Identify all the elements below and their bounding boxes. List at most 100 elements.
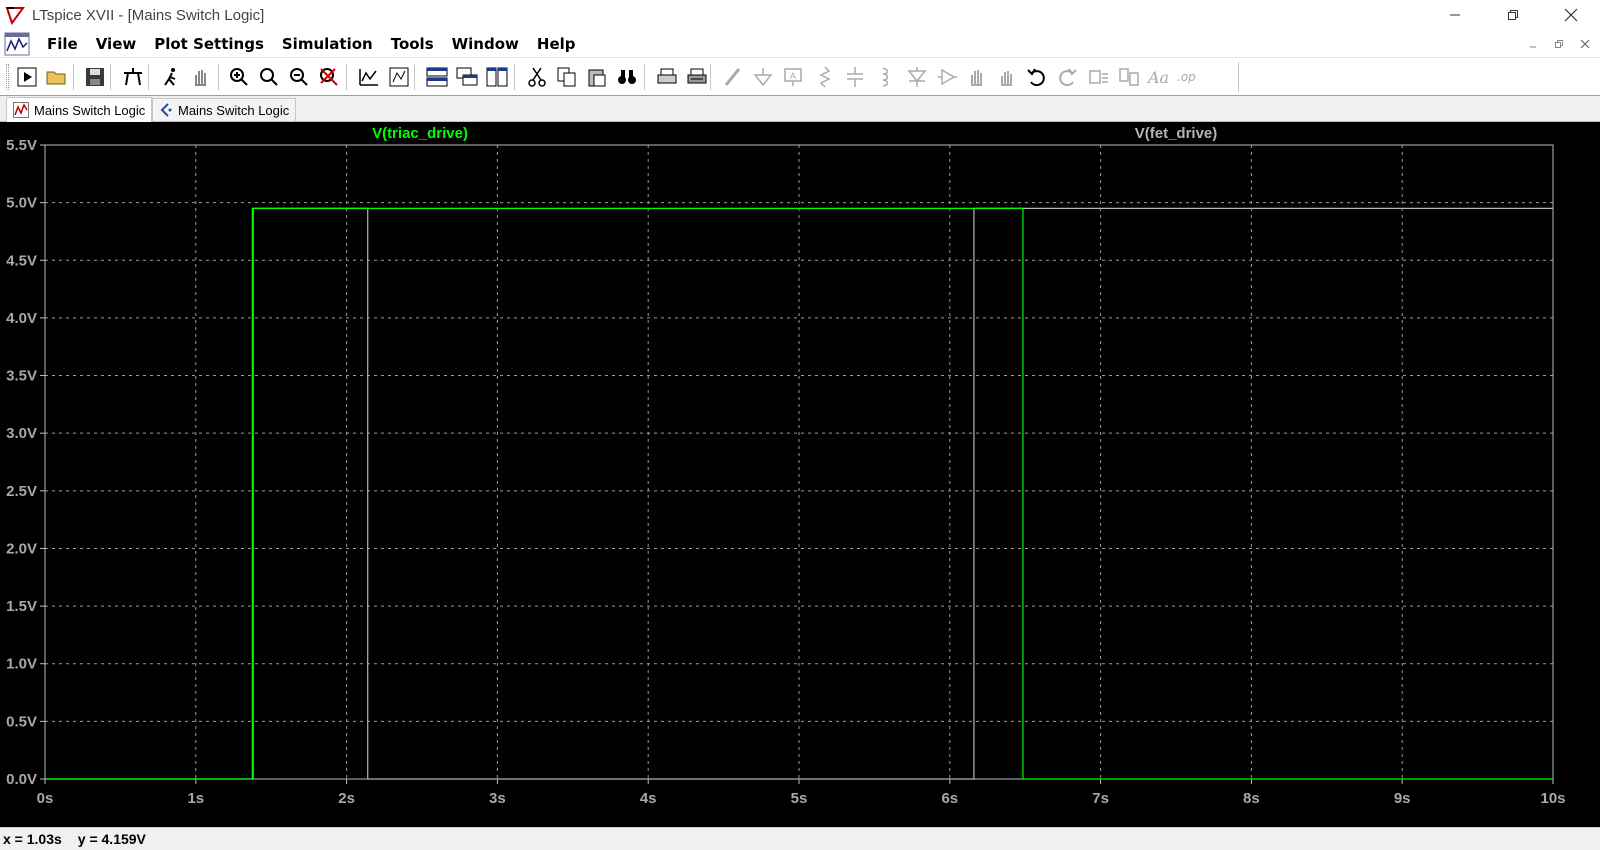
- autorange-button[interactable]: [356, 64, 382, 90]
- mdi-minimize-button[interactable]: [1522, 34, 1544, 54]
- waveform-chart[interactable]: 0s 1s 2s 3s 4s 5s 6s 7s 8s 9s 10s 0.0V 0.5V 1.0V 1.5V 2…: [0, 122, 1600, 827]
- x-tick-label: 7s: [1092, 790, 1109, 807]
- title-bar: LTspice XVII - [Mains Switch Logic]: [0, 0, 1600, 30]
- close-button[interactable]: [1542, 0, 1600, 30]
- save-button[interactable]: [82, 64, 108, 90]
- print-icon: [657, 68, 677, 84]
- waveform-plot[interactable]: 0s 1s 2s 3s 4s 5s 6s 7s 8s 9s 10s 0.0V 0.5V 1.0V 1.5V 2…: [0, 122, 1600, 827]
- y-tick-label: 4.5V: [6, 252, 37, 269]
- undo-button[interactable]: [1024, 64, 1050, 90]
- y-tick-label: 1.5V: [6, 598, 37, 615]
- menu-view[interactable]: View: [87, 35, 146, 53]
- menu-bar: File View Plot Settings Simulation Tools…: [0, 30, 1600, 58]
- mirror-icon: [1119, 68, 1139, 86]
- diode-button[interactable]: [904, 64, 930, 90]
- trace-label[interactable]: V(triac_drive): [372, 125, 468, 142]
- y-tick-label: 2.5V: [6, 483, 37, 500]
- tab-waveform[interactable]: Mains Switch Logic: [6, 97, 153, 122]
- pan-hand-icon: [195, 70, 206, 86]
- label-net-icon: A: [784, 68, 802, 86]
- control-panel-button[interactable]: [120, 64, 146, 90]
- waveform-tab-icon: [13, 102, 29, 118]
- capacitor-button[interactable]: [842, 64, 868, 90]
- ground-button[interactable]: [750, 64, 776, 90]
- pan-hand-button[interactable]: [188, 64, 214, 90]
- redo-button[interactable]: [1054, 64, 1080, 90]
- x-tick-label: 5s: [791, 790, 808, 807]
- inductor-button[interactable]: [872, 64, 898, 90]
- svg-text:.op: .op: [1177, 70, 1196, 84]
- spice-directive-button[interactable]: .op: [1176, 64, 1202, 90]
- resistor-icon: [819, 66, 831, 88]
- menu-plot-settings[interactable]: Plot Settings: [145, 35, 273, 53]
- print-setup-icon: [687, 68, 707, 84]
- y-tick-label: 3.5V: [6, 368, 37, 385]
- restore-button[interactable]: [1484, 0, 1542, 30]
- label-net-button[interactable]: A: [780, 64, 806, 90]
- cursor-x-readout: x = 1.03s: [3, 831, 62, 847]
- rotate-button[interactable]: [1086, 64, 1112, 90]
- restore-icon: [1508, 10, 1518, 20]
- drag-button[interactable]: [994, 64, 1020, 90]
- y-tick-label: 2.0V: [6, 540, 37, 557]
- toolbar-separator: [414, 64, 415, 90]
- document-tab-bar: Mains Switch Logic Mains Switch Logic: [0, 96, 1600, 122]
- component-button[interactable]: [934, 64, 960, 90]
- y-tick-label: 0.0V: [6, 771, 37, 788]
- find-button[interactable]: [614, 64, 640, 90]
- run-sim-button[interactable]: [158, 64, 184, 90]
- menu-tools[interactable]: Tools: [382, 35, 443, 53]
- y-tick-label: 4.0V: [6, 310, 37, 327]
- cut-button[interactable]: [524, 64, 550, 90]
- x-tick-label: 2s: [338, 790, 355, 807]
- menu-window[interactable]: Window: [443, 35, 528, 53]
- mdi-restore-icon: [1555, 40, 1563, 48]
- menu-file[interactable]: File: [38, 35, 87, 53]
- zoom-area-button[interactable]: [256, 64, 282, 90]
- pick-visible-button[interactable]: [386, 64, 412, 90]
- print-button[interactable]: [654, 64, 680, 90]
- capacitor-icon: [847, 67, 863, 87]
- window-title: LTspice XVII - [Mains Switch Logic]: [32, 6, 265, 24]
- svg-text:A: A: [790, 71, 796, 81]
- menu-simulation[interactable]: Simulation: [273, 35, 382, 53]
- draw-wire-button[interactable]: [720, 64, 746, 90]
- run-button[interactable]: [14, 64, 40, 90]
- menu-help[interactable]: Help: [528, 35, 585, 53]
- close-icon: [1564, 8, 1578, 22]
- minimize-button[interactable]: [1426, 0, 1484, 30]
- zoom-out-button[interactable]: [286, 64, 312, 90]
- component-icon: [938, 68, 957, 86]
- move-button[interactable]: [964, 64, 990, 90]
- mdi-restore-button[interactable]: [1548, 34, 1570, 54]
- copy-button[interactable]: [554, 64, 580, 90]
- status-bar: x = 1.03s y = 4.159V: [0, 827, 1600, 850]
- tile-vertical-button[interactable]: [484, 64, 510, 90]
- tab-schematic[interactable]: Mains Switch Logic: [152, 98, 297, 121]
- waveform-window-icon[interactable]: [4, 31, 30, 57]
- text-button[interactable]: Aa: [1146, 64, 1172, 90]
- move-icon: [971, 70, 982, 86]
- ltspice-logo-icon: [5, 5, 25, 26]
- toolbar-separator: [73, 64, 74, 90]
- trace-label[interactable]: V(fet_drive): [1135, 125, 1218, 142]
- print-setup-button[interactable]: [684, 64, 710, 90]
- toolbar-separator: [218, 64, 219, 90]
- toolbar-end-divider: [1238, 62, 1239, 92]
- run-sim-icon: [164, 68, 176, 86]
- cascade-button[interactable]: [454, 64, 480, 90]
- inductor-icon: [882, 67, 889, 87]
- mdi-close-button[interactable]: [1574, 34, 1596, 54]
- toolbar-grip[interactable]: [6, 64, 9, 90]
- tile-horizontal-button[interactable]: [424, 64, 450, 90]
- zoom-cancel-button[interactable]: [316, 64, 342, 90]
- open-button[interactable]: [44, 64, 70, 90]
- paste-button[interactable]: [584, 64, 610, 90]
- schematic-tab-icon: [160, 103, 172, 117]
- mirror-button[interactable]: [1116, 64, 1142, 90]
- toolbar-separator: [644, 64, 645, 90]
- resistor-button[interactable]: [812, 64, 838, 90]
- zoom-in-button[interactable]: [226, 64, 252, 90]
- x-tick-label: 9s: [1394, 790, 1411, 807]
- x-tick-label: 10s: [1540, 790, 1565, 807]
